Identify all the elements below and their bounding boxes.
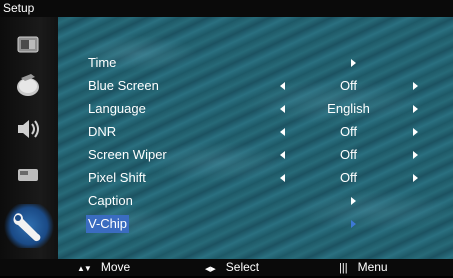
menu-item-pixel-shift[interactable]: Pixel Shift Off	[58, 168, 453, 188]
move-hint: ▲▼ Move	[77, 259, 130, 277]
menu-item-value: Off	[339, 78, 358, 93]
speaker-icon[interactable]	[9, 112, 47, 146]
hint-bar: ▲▼ Move ◀▶ Select ||| Menu	[0, 259, 453, 276]
menu-hint: ||| Menu	[339, 259, 388, 277]
chevron-left-icon[interactable]	[280, 174, 285, 182]
menu-item-blue-screen[interactable]: Blue Screen Off	[58, 76, 453, 96]
chevron-right-icon[interactable]	[351, 197, 356, 205]
menu-item-label: Pixel Shift	[88, 170, 146, 185]
menu-item-label: Blue Screen	[88, 78, 159, 93]
sidebar	[0, 17, 58, 259]
wrench-icon[interactable]	[4, 204, 54, 248]
chevron-right-icon[interactable]	[351, 220, 356, 228]
menu-label: Menu	[357, 260, 388, 274]
select-hint: ◀▶ Select	[205, 259, 259, 278]
menu-item-language[interactable]: Language English	[58, 99, 453, 119]
menu-item-label: DNR	[88, 124, 117, 139]
page-title: Setup	[3, 1, 35, 15]
menu-item-label: V-Chip	[86, 215, 130, 233]
move-label: Move	[100, 260, 131, 274]
menu-item-label: Time	[88, 55, 117, 70]
chevron-left-icon[interactable]	[280, 151, 285, 159]
chevron-right-icon[interactable]	[413, 174, 418, 182]
up-down-arrows-icon: ▲▼	[77, 264, 92, 273]
menu-item-value: Off	[339, 170, 358, 185]
menu-item-value: Off	[339, 147, 358, 162]
menu-item-v-chip[interactable]: V-Chip	[58, 214, 453, 234]
menu-icon: |||	[339, 262, 348, 274]
menu-item-label: Caption	[88, 193, 133, 208]
input-device-icon[interactable]	[9, 157, 47, 191]
menu-item-caption[interactable]: Caption	[58, 191, 453, 211]
chevron-right-icon[interactable]	[351, 59, 356, 67]
title-bar: Setup	[0, 0, 453, 17]
menu-item-label: Language	[88, 101, 146, 116]
chevron-right-icon[interactable]	[413, 105, 418, 113]
chevron-left-icon[interactable]	[280, 105, 285, 113]
sound-disc-icon[interactable]	[9, 67, 47, 101]
setup-menu: Time Blue Screen Off Language English DN…	[58, 17, 453, 259]
chevron-right-icon[interactable]	[413, 128, 418, 136]
menu-item-label: Screen Wiper	[88, 147, 167, 162]
select-label: Select	[225, 260, 260, 274]
menu-item-value: Off	[339, 124, 358, 139]
menu-item-value: English	[327, 101, 370, 116]
menu-item-time[interactable]: Time	[58, 53, 453, 73]
menu-item-dnr[interactable]: DNR Off	[58, 122, 453, 142]
left-right-arrows-icon: ◀▶	[205, 266, 216, 273]
chevron-right-icon[interactable]	[413, 82, 418, 90]
chevron-left-icon[interactable]	[280, 128, 285, 136]
picture-icon[interactable]	[9, 27, 47, 61]
menu-item-screen-wiper[interactable]: Screen Wiper Off	[58, 145, 453, 165]
chevron-right-icon[interactable]	[413, 151, 418, 159]
chevron-left-icon[interactable]	[280, 82, 285, 90]
